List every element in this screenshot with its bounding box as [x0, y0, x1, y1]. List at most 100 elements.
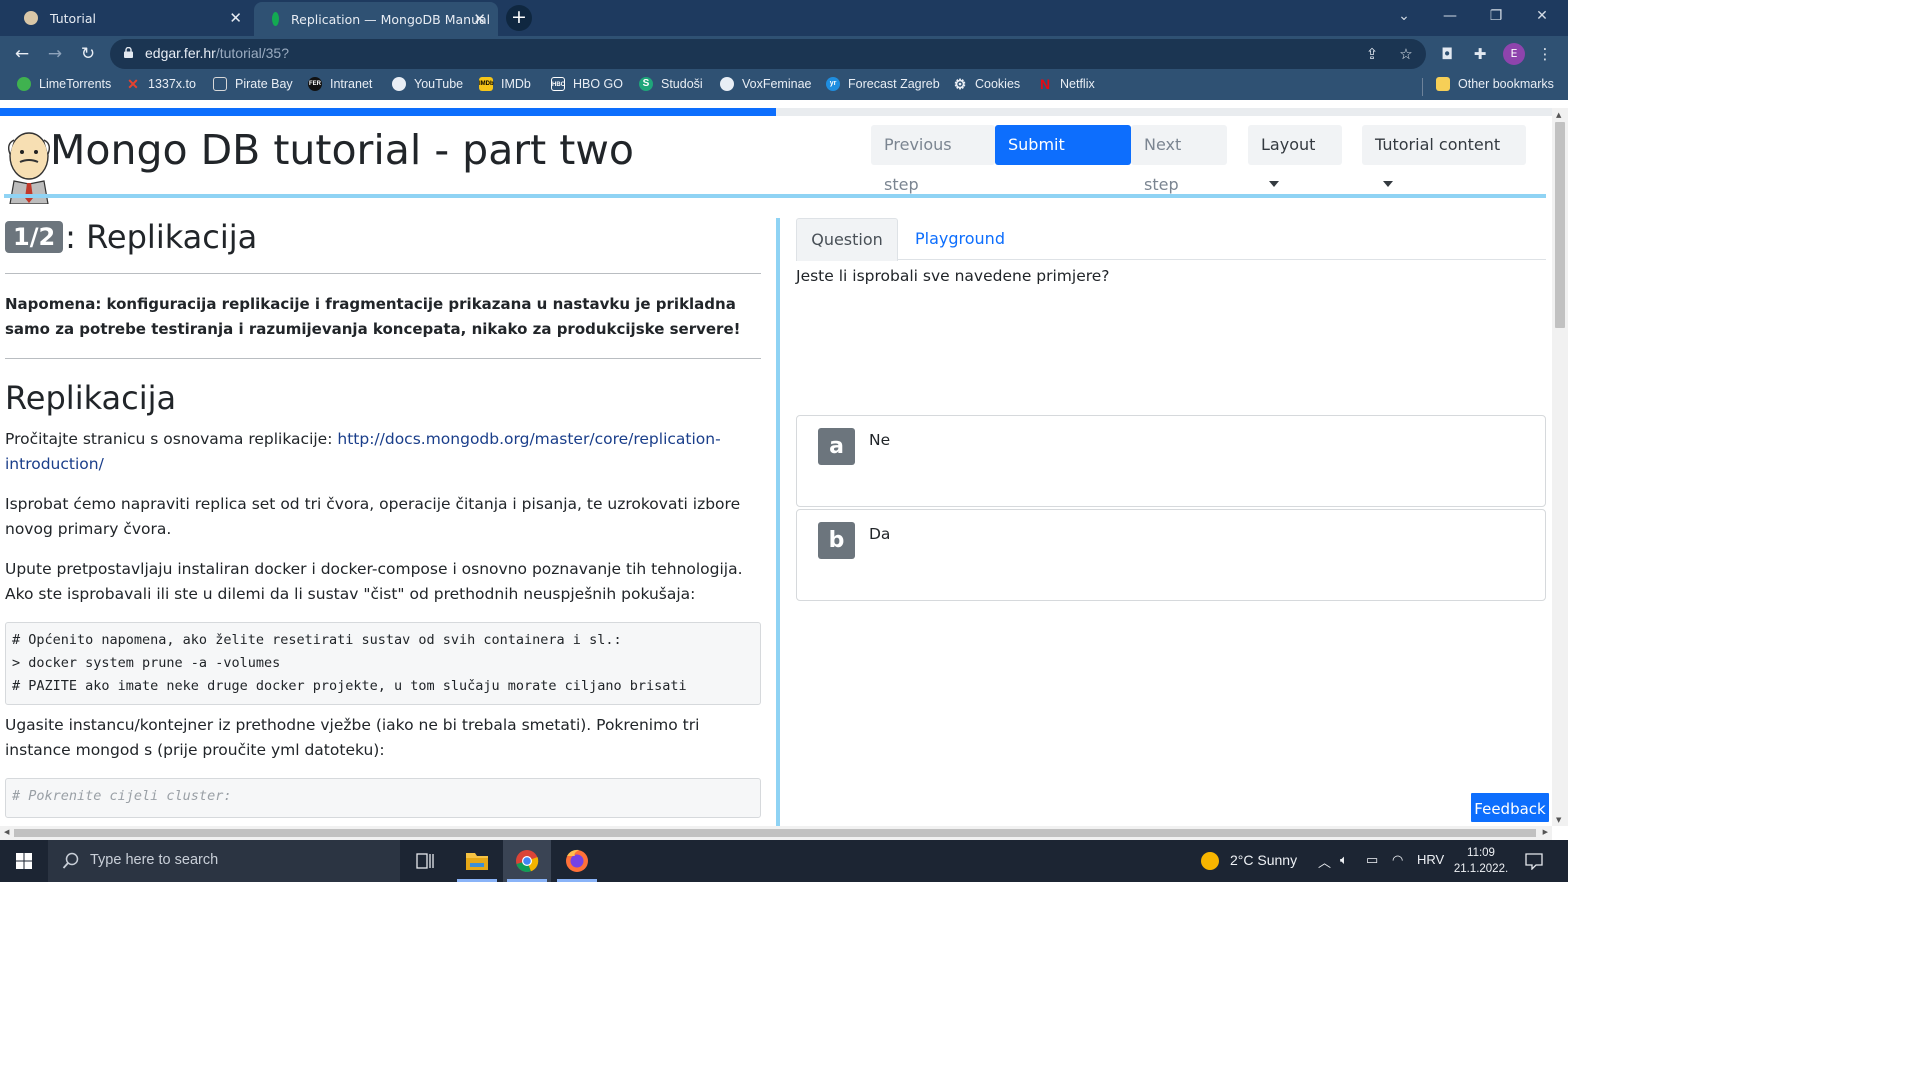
answer-option-b[interactable]: b Da: [796, 509, 1546, 601]
browser-tab-replication[interactable]: Replication — MongoDB Manual ✕: [254, 2, 498, 36]
browser-tab-strip: Tutorial ✕ Replication — MongoDB Manual …: [0, 0, 1568, 36]
weather-text[interactable]: 2°C Sunny: [1230, 852, 1297, 868]
caret-down-icon: [1269, 181, 1279, 187]
close-tab-icon[interactable]: ✕: [229, 9, 242, 27]
profile-avatar[interactable]: E: [1503, 43, 1525, 65]
bookmark-limetorrents[interactable]: LimeTorrents: [17, 77, 111, 91]
forward-arrow-icon[interactable]: →: [43, 42, 67, 66]
imdb-icon: IMDb: [479, 77, 494, 91]
section-heading: Replikacija: [5, 379, 177, 417]
camera-extension-icon[interactable]: ◘: [1435, 42, 1459, 66]
hbo-icon: HBO: [551, 77, 565, 91]
close-window-icon[interactable]: ✕: [1520, 0, 1564, 32]
tab-playground[interactable]: Playground: [915, 218, 1005, 260]
note-text: Napomena: konfiguracija replikacije i fr…: [5, 295, 741, 338]
close-tab-icon[interactable]: ✕: [473, 10, 486, 28]
fer-icon: FER: [308, 77, 322, 91]
browser-tab-tutorial[interactable]: Tutorial ✕: [6, 0, 254, 36]
bookmark-youtube[interactable]: YouTube: [392, 77, 463, 91]
next-step-button[interactable]: Next step: [1131, 125, 1227, 194]
horizontal-scrollbar[interactable]: ◀ ▶: [0, 826, 1552, 840]
other-bookmarks-folder[interactable]: Other bookmarks: [1436, 77, 1554, 91]
chrome-icon[interactable]: [503, 840, 551, 882]
scroll-up-icon[interactable]: ▲: [1556, 111, 1561, 119]
restore-icon[interactable]: ❐: [1474, 0, 1518, 32]
tab-question[interactable]: Question: [796, 218, 898, 261]
clock-date: 21.1.2022.: [1453, 863, 1509, 875]
mongodb-leaf-icon: [272, 12, 279, 26]
speaker-icon[interactable]: 🔈︎: [1340, 852, 1348, 868]
answer-option-a[interactable]: a Ne: [796, 415, 1546, 507]
extensions-puzzle-icon[interactable]: ✚: [1468, 42, 1492, 66]
submit-answer-button[interactable]: Submit answer: [995, 125, 1131, 194]
bookmarks-separator: [1422, 78, 1423, 96]
new-tab-button[interactable]: +: [506, 5, 532, 31]
tutorial-content-dropdown[interactable]: Tutorial content: [1362, 125, 1526, 187]
tab-search-icon[interactable]: ⌄: [1382, 0, 1426, 32]
bookmark-voxfeminae[interactable]: VoxFeminae: [720, 77, 811, 91]
share-icon[interactable]: ⇪: [1360, 42, 1384, 66]
bookmark-pirate-bay[interactable]: Pirate Bay: [213, 77, 293, 91]
notifications-icon[interactable]: [1524, 852, 1544, 870]
tutorial-progress-fill: [0, 108, 776, 116]
clock-time: 11:09: [1467, 847, 1495, 859]
page-title: Mongo DB tutorial - part two: [50, 126, 634, 174]
firefox-icon[interactable]: [553, 840, 601, 882]
step-badge: 1/2: [5, 221, 64, 253]
caret-down-icon: [1383, 181, 1393, 187]
tutorial-content-label: Tutorial content: [1375, 135, 1501, 154]
bookmark-intranet[interactable]: FER Intranet: [308, 77, 372, 91]
task-view-icon[interactable]: [401, 840, 449, 882]
lime-icon: [17, 77, 31, 91]
page-header: Mongo DB tutorial - part two Previous st…: [0, 116, 1552, 204]
paragraph-prerequisites: Upute pretpostavljaju instaliran docker …: [5, 560, 743, 603]
sun-weather-icon[interactable]: [1200, 851, 1220, 871]
url-text: edgar.fer.hr/tutorial/35?: [145, 45, 289, 61]
tab-title: Tutorial: [50, 10, 96, 26]
address-bar[interactable]: edgar.fer.hr/tutorial/35? ⇪ ☆: [110, 39, 1426, 69]
wifi-icon[interactable]: ◠: [1392, 852, 1403, 868]
divider: [5, 358, 761, 359]
bookmark-hbo-go[interactable]: HBO HBO GO: [551, 77, 623, 91]
previous-step-button[interactable]: Previous step: [871, 125, 995, 194]
taskbar-search-input[interactable]: Type here to search: [48, 840, 400, 882]
reload-icon[interactable]: ↻: [76, 42, 100, 66]
bookmark-forecast-zagreb[interactable]: yr Forecast Zagreb: [826, 77, 940, 91]
scroll-down-icon[interactable]: ▼: [1556, 816, 1561, 824]
taskbar-clock[interactable]: 11:09 21.1.2022.: [1446, 845, 1516, 877]
minimize-icon[interactable]: —: [1428, 0, 1472, 32]
header-underline: [4, 194, 1546, 198]
answer-letter: a: [818, 428, 855, 465]
chevron-up-icon[interactable]: ︿: [1318, 852, 1331, 871]
paragraph-start-instances: Ugasite instancu/kontejner iz prethodne …: [5, 716, 700, 759]
scroll-right-icon[interactable]: ▶: [1543, 828, 1548, 836]
vertical-scroll-thumb[interactable]: [1555, 122, 1565, 328]
windows-start-icon[interactable]: [0, 840, 48, 882]
feedback-button[interactable]: Feedback: [1469, 791, 1551, 824]
menu-kebab-icon[interactable]: ⋮: [1533, 42, 1557, 66]
bookmark-studosi[interactable]: S Studoši: [639, 77, 703, 91]
battery-icon[interactable]: ▭: [1366, 852, 1378, 868]
bookmark-imdb[interactable]: IMDb IMDb: [479, 77, 531, 91]
step-heading: 1/2 : Replikacija: [5, 212, 761, 262]
answer-text: Da: [869, 525, 891, 543]
layout-dropdown[interactable]: Layout: [1248, 125, 1342, 187]
back-arrow-icon[interactable]: ←: [10, 42, 34, 66]
vertical-scrollbar[interactable]: ▲ ▼: [1552, 108, 1568, 826]
bookmark-cookies[interactable]: ⚙ Cookies: [953, 77, 1020, 91]
bookmark-1337x[interactable]: ✕ 1337x.to: [126, 77, 196, 91]
paragraph-read-docs: Pročitajte stranicu s osnovama replikaci…: [5, 430, 721, 473]
horizontal-scroll-thumb[interactable]: [14, 829, 1536, 837]
x-icon: ✕: [127, 76, 139, 92]
layout-label: Layout: [1261, 135, 1316, 154]
language-indicator[interactable]: HRV: [1417, 852, 1444, 867]
file-explorer-icon[interactable]: [453, 840, 501, 882]
question-text: Jeste li isprobali sve navedene primjere…: [796, 267, 1110, 285]
gear-icon: ⚙: [953, 76, 967, 92]
globe-icon: [720, 77, 734, 91]
code-block-cluster: # Pokrenite cijeli cluster:: [5, 778, 761, 818]
star-icon[interactable]: ☆: [1394, 42, 1418, 66]
netflix-icon: N: [1039, 76, 1051, 92]
scroll-left-icon[interactable]: ◀: [4, 828, 9, 836]
bookmark-netflix[interactable]: N Netflix: [1038, 77, 1095, 91]
